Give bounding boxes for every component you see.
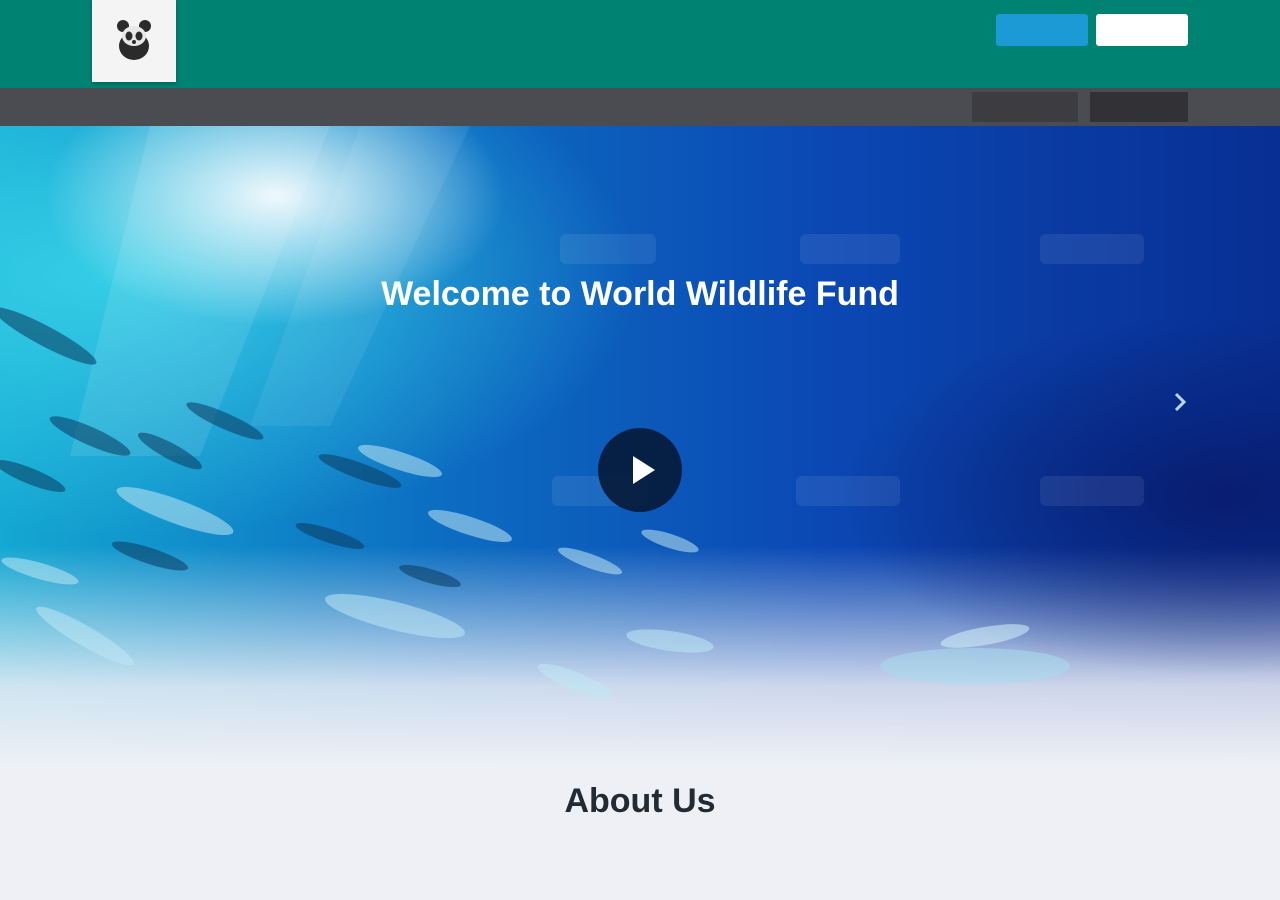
secondary-header-button[interactable]: [1096, 14, 1188, 46]
nav-item-5[interactable]: [760, 56, 916, 78]
primary-header-button[interactable]: [996, 14, 1088, 46]
header-top-link[interactable]: [845, 20, 945, 38]
secondary-bar: [0, 88, 1280, 126]
chevron-right-icon[interactable]: [1166, 388, 1194, 416]
hero-banner: Welcome to World Wildlife Fund: [0, 126, 1280, 766]
play-icon: [633, 456, 655, 484]
about-section-text: [290, 837, 990, 859]
main-navigation: [196, 56, 1196, 78]
panda-logo-icon: [117, 20, 151, 60]
nav-item-2[interactable]: [340, 56, 440, 78]
secondary-bar-text: [92, 99, 176, 113]
nav-item-3[interactable]: [478, 56, 574, 78]
nav-item-4[interactable]: [612, 56, 720, 78]
secondary-bar-control-dark[interactable]: [1090, 92, 1188, 122]
hero-title: Welcome to World Wildlife Fund: [381, 275, 899, 313]
site-header: [0, 0, 1280, 88]
nav-item-1[interactable]: [196, 56, 296, 78]
play-video-button[interactable]: [598, 428, 682, 512]
secondary-bar-control[interactable]: [972, 92, 1078, 122]
nav-item-7[interactable]: [1056, 56, 1192, 78]
about-section-title: About Us: [564, 782, 716, 820]
wwf-logo[interactable]: [92, 0, 176, 82]
nav-item-6[interactable]: [956, 56, 1016, 78]
hero-description: [210, 326, 1070, 398]
